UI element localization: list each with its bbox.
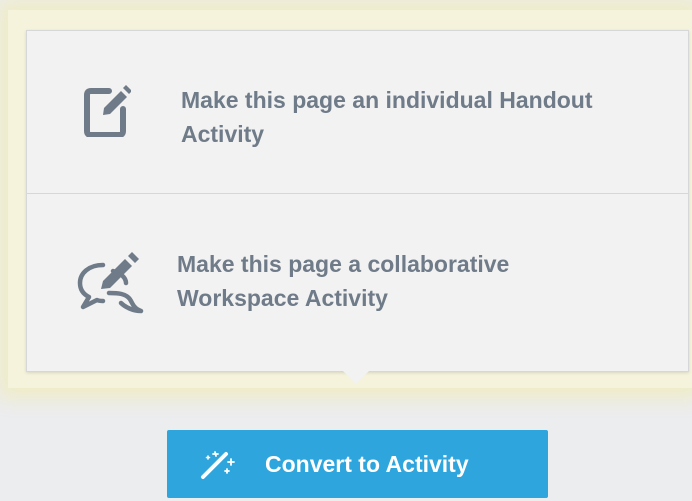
popover-pointer (342, 370, 370, 384)
magic-wand-icon (201, 451, 235, 479)
convert-to-activity-button[interactable]: Convert to Activity (167, 430, 548, 498)
convert-button-label: Convert to Activity (265, 451, 469, 477)
handout-option-label: Make this page an individual Handout Act… (181, 87, 593, 147)
activity-type-popover: Make this page an individual Handout Act… (26, 30, 689, 372)
handout-activity-option[interactable]: Make this page an individual Handout Act… (27, 31, 688, 193)
chat-edit-icon (77, 252, 144, 314)
workspace-activity-option[interactable]: Make this page a collaborative Workspace… (27, 194, 688, 371)
edit-icon (84, 85, 131, 137)
workspace-option-label: Make this page a collaborative Workspace… (177, 251, 510, 311)
